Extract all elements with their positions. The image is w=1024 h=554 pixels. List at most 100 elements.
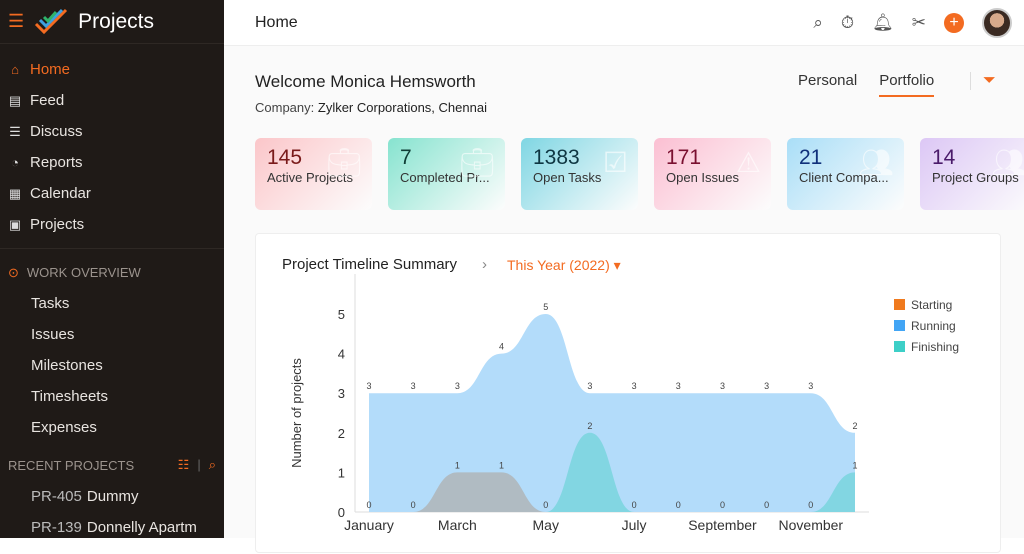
sidebar-item-feed[interactable]: ▤ Feed [0,85,224,116]
data-label: 0 [543,500,548,510]
users-icon: 👥︎ [858,147,894,178]
y-tick-label: 5 [338,307,345,322]
stat-card[interactable]: 14 Project Groups 👥︎ [920,138,1024,210]
project-name: Donnelly Apartm [86,519,197,536]
sidebar-item-label: Feed [30,92,65,109]
timer-icon[interactable]: ⏱ [841,13,854,33]
data-label: 1 [852,460,857,470]
data-label: 3 [455,381,460,391]
data-label: 0 [366,500,371,510]
recent-projects-header: RECENT PROJECTS ☷ | ⌕ [8,457,216,473]
feed-icon: ▤ [8,92,22,108]
stat-card[interactable]: 145 Active Projects 💼︎ [255,138,372,210]
company-label: Company: [255,100,315,115]
group-icon: 👥︎ [991,147,1024,178]
home-icon: ⌂ [11,61,19,77]
briefcase-icon: 💼︎ [326,147,362,178]
tab-personal[interactable]: Personal [798,72,857,97]
legend-label: Finishing [911,339,960,354]
bell-icon[interactable]: 🔔︎ [872,13,894,33]
stat-card[interactable]: 21 Client Compa... 👥︎ [787,138,904,210]
data-label: 0 [808,500,813,510]
search-icon[interactable]: ⌕ [209,457,216,473]
section-label: RECENT PROJECTS [8,457,135,473]
y-tick-label: 4 [338,347,345,362]
briefcase-check-icon: 💼︎ [459,147,495,178]
x-tick-label: January [344,517,394,533]
sidebar-item-calendar[interactable]: ▦ Calendar [0,178,224,209]
company-name: Zylker Corporations, Chennai [317,100,487,115]
legend-item[interactable]: Finishing [894,336,959,357]
calendar-icon: ▦ [8,185,22,201]
page-title: Home [255,13,298,31]
timeline-panel: Project Timeline Summary › This Year (20… [255,233,1001,553]
sidebar-item-label: Reports [30,154,83,171]
stat-card[interactable]: 171 Open Issues ⚠ [654,138,771,210]
reports-icon: ◔ [11,154,19,170]
data-label: 3 [366,381,371,391]
filter-icon[interactable]: ⏷ [970,72,996,90]
x-tick-label: November [779,517,844,533]
clipboard-check-icon: ☑ [602,147,628,178]
data-label: 0 [720,500,725,510]
app-title: Projects [78,9,154,33]
search-icon[interactable]: ⌕ [813,13,823,33]
sidebar-item-label: Projects [30,216,85,233]
projects-icon: ▣ [8,216,22,232]
menu-icon[interactable]: ☰ [8,11,24,32]
sidebar-item-milestones[interactable]: Milestones [0,350,224,381]
data-label: 1 [499,460,504,470]
sidebar: ☰ Projects ⌂ Home ▤ Feed ☰ Discuss ◔ Reports ▦ Ca… [0,0,224,538]
data-label: 2 [852,421,857,431]
welcome-text: Welcome Monica Hemsworth [255,72,476,91]
chart-legend: Starting Running Finishing [894,294,959,357]
sidebar-item-timesheets[interactable]: Timesheets [0,381,224,412]
sidebar-item-label: Discuss [30,123,83,140]
data-label: 3 [632,381,637,391]
discuss-icon: ☰ [9,123,21,139]
data-label: 3 [587,381,592,391]
recent-project-item[interactable]: PR-139 Donnelly Apartm [0,512,224,543]
filter-sliders-icon[interactable]: ☷ [178,457,190,473]
stat-card[interactable]: 1383 Open Tasks ☑ [521,138,638,210]
avatar[interactable] [982,7,1012,38]
y-tick-label: 1 [338,465,345,480]
legend-item[interactable]: Starting [894,294,959,315]
work-overview-header[interactable]: ⊙ WORK OVERVIEW [0,248,224,288]
y-tick-label: 2 [338,426,345,441]
x-tick-label: March [438,517,477,533]
legend-label: Starting [911,297,953,312]
sidebar-item-discuss[interactable]: ☰ Discuss [0,116,224,147]
y-axis-label: Number of projects [289,358,304,468]
sidebar-item-tasks[interactable]: Tasks [0,288,224,319]
data-label: 3 [808,381,813,391]
sidebar-item-home[interactable]: ⌂ Home [0,54,224,85]
data-label: 4 [499,342,504,352]
sidebar-item-expenses[interactable]: Expenses [0,412,224,443]
top-bar: Home ⌕ ⏱ 🔔︎ ✂ + [224,0,1024,46]
y-tick-label: 3 [338,386,345,401]
legend-item[interactable]: Running [894,315,959,336]
alert-icon: ⚠ [735,147,761,178]
legend-swatch [894,341,905,352]
stat-card[interactable]: 7 Completed Pr... 💼︎ [388,138,505,210]
sidebar-item-issues[interactable]: Issues [0,319,224,350]
data-label: 3 [411,381,416,391]
recent-project-item[interactable]: PR-405 Dummy [0,481,224,512]
data-label: 1 [455,460,460,470]
x-tick-label: May [533,517,559,533]
main-content: Welcome Monica Hemsworth Company: Zylker… [224,46,1024,553]
tab-portfolio[interactable]: Portfolio [879,72,935,97]
data-label: 3 [764,381,769,391]
add-button[interactable]: + [944,12,964,33]
legend-swatch [894,299,905,310]
sidebar-item-reports[interactable]: ◔ Reports [0,147,224,178]
data-label: 3 [676,381,681,391]
collapse-icon[interactable]: ⊙ [8,265,19,281]
sidebar-item-projects[interactable]: ▣ Projects [0,209,224,240]
data-label: 2 [587,421,592,431]
tools-icon[interactable]: ✂ [912,13,926,33]
section-label: WORK OVERVIEW [26,265,141,280]
sidebar-item-label: Calendar [30,185,91,202]
x-tick-label: September [688,517,757,533]
